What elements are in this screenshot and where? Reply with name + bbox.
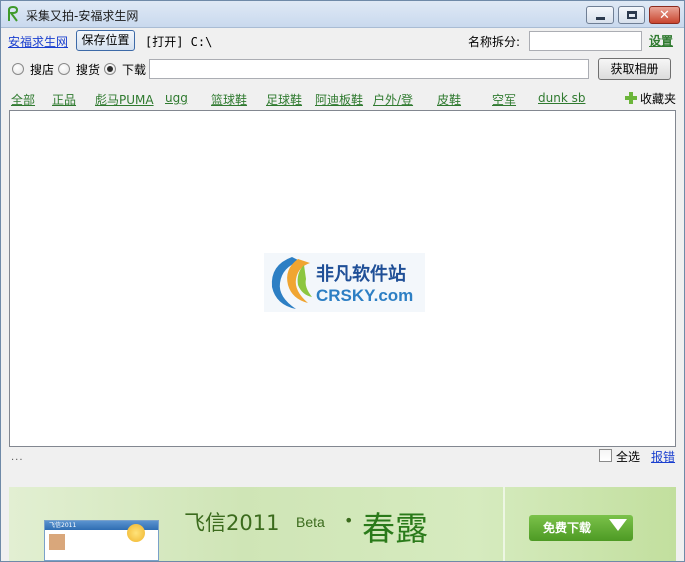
category-puma[interactable]: 彪马PUMA xyxy=(95,91,154,108)
search-shop-radio[interactable] xyxy=(12,63,24,75)
category-adidas[interactable]: 阿迪板鞋 xyxy=(315,91,363,108)
maximize-icon xyxy=(626,11,637,19)
fetch-album-button[interactable]: 获取相册 xyxy=(598,58,671,80)
download-arrow-icon xyxy=(609,519,627,531)
category-leather[interactable]: 皮鞋 xyxy=(437,91,461,108)
banner-avatar xyxy=(49,534,65,550)
banner-bullet: • xyxy=(344,511,354,530)
sun-icon xyxy=(127,524,145,542)
category-all[interactable]: 全部 xyxy=(11,91,35,108)
select-all-label[interactable]: 全选 xyxy=(616,448,640,465)
category-genuine[interactable]: 正品 xyxy=(52,91,76,108)
crsky-logo: 非凡软件站 CRSKY.com xyxy=(264,253,425,312)
site-link[interactable]: 安福求生网 xyxy=(8,33,68,50)
category-ugg[interactable]: ugg xyxy=(165,91,188,105)
minimize-icon xyxy=(595,16,605,20)
status-dots: ... xyxy=(11,452,24,463)
logo-chinese-text: 非凡软件站 xyxy=(316,264,406,285)
category-dunk-sb[interactable]: dunk sb xyxy=(538,91,585,105)
category-basketball[interactable]: 篮球鞋 xyxy=(211,91,247,108)
banner-spring-text: 春露 xyxy=(362,509,428,548)
toolbar-row: 安福求生网 保存位置 [打开] C:\ 名称拆分: 设置 xyxy=(1,28,684,52)
title-bar[interactable]: 采集又拍-安福求生网 ✕ xyxy=(1,1,684,28)
banner-title: 飞信2011 xyxy=(184,511,280,535)
app-window: 采集又拍-安福求生网 ✕ 安福求生网 保存位置 [打开] C:\ 名称拆分: 设… xyxy=(0,0,685,562)
save-location-button[interactable]: 保存位置 xyxy=(76,30,135,51)
maximize-button[interactable] xyxy=(618,6,645,24)
category-bar: 全部 正品 彪马PUMA ugg 篮球鞋 足球鞋 阿迪板鞋 户外/登 皮鞋 空军… xyxy=(1,89,684,109)
close-button[interactable]: ✕ xyxy=(649,6,680,24)
fetion-banner-ad[interactable]: 飞信2011 飞信2011 Beta • 春露 免费下载 xyxy=(9,487,676,561)
name-split-label: 名称拆分: xyxy=(468,35,521,49)
close-icon: ✕ xyxy=(659,7,670,23)
category-outdoor[interactable]: 户外/登 xyxy=(373,91,413,108)
minimize-button[interactable] xyxy=(586,6,614,24)
favorites-label: 收藏夹 xyxy=(640,92,677,106)
select-all-checkbox[interactable] xyxy=(599,449,612,462)
results-panel[interactable]: 非凡软件站 CRSKY.com xyxy=(9,110,676,447)
download-label: 下载 xyxy=(122,63,147,77)
banner-divider xyxy=(503,487,505,561)
download-radio[interactable] xyxy=(104,63,116,75)
search-goods-radio[interactable] xyxy=(58,63,70,75)
name-split-input[interactable] xyxy=(529,31,642,51)
favorites-button[interactable]: 收藏夹 xyxy=(625,90,676,107)
category-airforce[interactable]: 空军 xyxy=(492,91,516,108)
window-title: 采集又拍-安福求生网 xyxy=(26,9,139,23)
banner-beta: Beta xyxy=(296,514,325,530)
report-error-link[interactable]: 报错 xyxy=(651,448,675,465)
category-football[interactable]: 足球鞋 xyxy=(266,91,302,108)
search-row: 搜店 搜货 下载 获取相册 xyxy=(1,54,684,84)
settings-link[interactable]: 设置 xyxy=(649,32,673,49)
plus-icon xyxy=(625,92,637,104)
search-goods-label: 搜货 xyxy=(76,63,101,77)
app-icon xyxy=(8,6,19,22)
url-input[interactable] xyxy=(149,59,589,79)
search-shop-label: 搜店 xyxy=(30,63,55,77)
free-download-label: 免费下载 xyxy=(543,521,592,535)
free-download-button[interactable]: 免费下载 xyxy=(529,515,633,541)
open-path-text[interactable]: [打开] C:\ xyxy=(145,33,212,50)
logo-english-text: CRSKY.com xyxy=(316,286,414,305)
